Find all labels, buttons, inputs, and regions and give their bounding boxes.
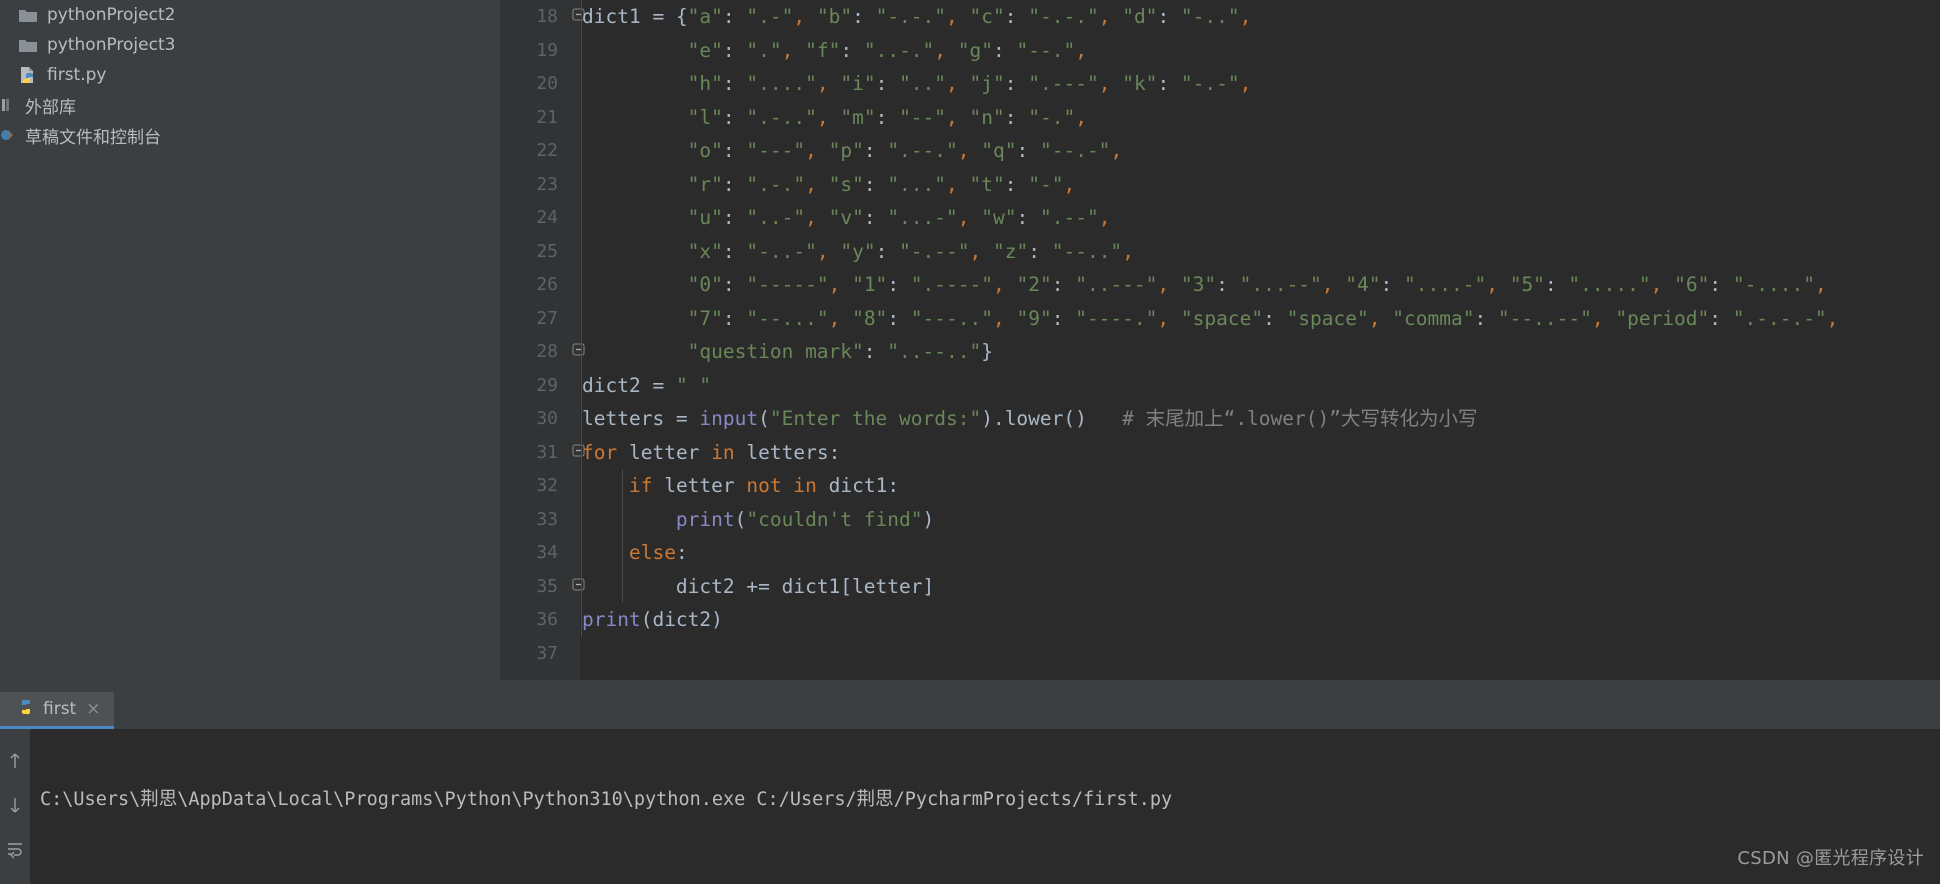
line-number: 28 [536,341,558,362]
project-tree-panel: pythonProject2 pythonProject3 first.py 外… [0,0,500,692]
code-line[interactable]: 30 letters = input("Enter the words:").lo… [500,402,1940,436]
csdn-watermark: CSDN @匿光程序设计 [1737,848,1924,869]
folder-icon [18,37,38,53]
code-line[interactable]: 31 for letter in letters: [500,435,1940,469]
line-number: 33 [536,508,558,530]
line-number: 20 [536,73,558,94]
code-scroll-area[interactable]: 18 dict1 = {"a": ".-", "b": "-.-.", "c": … [500,0,1940,680]
code-editor[interactable]: 18 dict1 = {"a": ".-", "b": "-.-.", "c": … [500,0,1940,680]
python-file-icon [18,66,38,84]
code-text: "question mark": "..--.."} [687,340,993,363]
line-number: 31 [536,441,558,463]
sidebar-item-label: pythonProject2 [47,5,176,25]
code-text: for letter in letters: [582,440,841,464]
scratches-icon [0,127,16,143]
code-line[interactable]: 35 dict2 += dict1[letter] [500,569,1940,603]
sidebar-item-label: first.py [47,65,107,85]
line-number: 27 [536,307,558,329]
folder-icon [18,7,38,23]
code-line[interactable]: 29 dict2 = " " [500,368,1940,402]
line-number: 18 [536,6,558,27]
line-number: 22 [536,140,558,161]
line-number: 24 [536,207,558,228]
code-line[interactable]: 37 [500,637,1940,671]
code-line[interactable]: 18 dict1 = {"a": ".-", "b": "-.-.", "c": … [500,0,1940,34]
line-number: 21 [536,106,558,128]
tab-first[interactable]: first × [0,692,115,729]
sidebar-item-label: 外部库 [25,97,76,118]
console-toolbar [0,729,30,884]
code-line[interactable]: 34 else: [500,536,1940,570]
line-number: 32 [536,475,558,496]
code-text: "0": "-----", "1": ".----", "2": "..---"… [687,273,1827,296]
code-line[interactable]: 23 "r": ".-.", "s": "...", "t": "-", [500,167,1940,201]
soft-wrap-icon[interactable] [5,839,25,859]
scroll-down-icon[interactable] [5,795,25,815]
code-text: dict1 = {"a": ".-", "b": "-.-.", "c": "-… [582,5,1252,28]
line-number: 37 [536,642,558,664]
code-text: print("couldn't find") [675,507,935,531]
console-line-command: C:\Users\荆思\AppData\Local\Programs\Pytho… [40,789,1173,810]
code-text: dict2 = " " [582,373,712,397]
python-icon [18,699,34,720]
code-text: "o": "---", "p": ".--.", "q": "--.-", [687,139,1123,162]
code-text: "7": "--...", "8": "---..", "9": "----."… [687,306,1839,330]
line-number: 35 [536,575,558,597]
line-number: 34 [536,542,558,563]
code-line[interactable]: 24 "u": "..-", "v": "...-", "w": ".--", [500,201,1940,235]
line-number: 19 [536,39,558,61]
console-spacer [40,855,1940,869]
scroll-up-icon[interactable] [5,751,25,771]
line-number: 25 [536,240,558,262]
pycharm-window: pythonProject2 pythonProject3 first.py 外… [0,0,1940,884]
code-line[interactable]: 20 "h": "....", "i": "..", "j": ".---", … [500,67,1940,101]
code-line[interactable]: 19 "e": ".", "f": "..-.", "g": "--.", [500,33,1940,67]
code-line[interactable]: 36 print(dict2) [500,603,1940,637]
line-number: 26 [536,274,558,295]
tab-label: first [43,699,77,719]
code-text: "x": "-..-", "y": "-.--", "z": "--..", [687,239,1134,263]
run-tool-window: first × C:\Users\荆思\AppData\Local\Progra… [0,692,1940,884]
close-icon[interactable]: × [86,699,100,719]
code-text: "h": "....", "i": "..", "j": ".---", "k"… [687,72,1252,95]
code-line[interactable]: 32 if letter not in dict1: [500,469,1940,503]
code-line[interactable]: 26 "0": "-----", "1": ".----", "2": "..-… [500,268,1940,302]
code-text: letters = input("Enter the words:").lowe… [582,407,1478,430]
line-number: 30 [536,408,558,429]
code-line[interactable]: 28 "question mark": "..--.."} [500,335,1940,369]
sidebar-item-first-py[interactable]: first.py [0,60,500,90]
sidebar-item-external-libraries[interactable]: 外部库 [0,90,500,120]
code-text: "l": ".-..", "m": "--", "n": "-.", [687,105,1087,129]
code-line[interactable]: 22 "o": "---", "p": ".--.", "q": "--.-", [500,134,1940,168]
sidebar-item-label: pythonProject3 [47,35,176,55]
code-line[interactable]: 27 "7": "--...", "8": "---..", "9": "---… [500,301,1940,335]
code-text: "r": ".-.", "s": "...", "t": "-", [687,172,1076,196]
code-line[interactable]: 21 "l": ".-..", "m": "--", "n": "-.", [500,100,1940,134]
library-icon [0,97,16,113]
sidebar-item-label: 草稿文件和控制台 [25,127,161,148]
console-output[interactable]: C:\Users\荆思\AppData\Local\Programs\Pytho… [30,729,1940,884]
code-text: dict2 += dict1[letter] [675,574,935,598]
line-number: 23 [536,173,558,195]
code-text: if letter not in dict1: [628,474,900,497]
sidebar-item-pythonproject3[interactable]: pythonProject3 [0,30,500,60]
line-number: 36 [536,609,558,630]
sidebar-item-scratches-and-consoles[interactable]: 草稿文件和控制台 [0,120,500,150]
console-tab-bar: first × [0,692,1940,729]
code-line[interactable]: 33 print("couldn't find") [500,502,1940,536]
code-text: "u": "..-", "v": "...-", "w": ".--", [687,206,1111,229]
sidebar-item-pythonproject2[interactable]: pythonProject2 [0,0,500,30]
line-number: 29 [536,374,558,396]
code-text: print(dict2) [582,608,723,631]
code-line[interactable]: 25 "x": "-..-", "y": "-.--", "z": "--.."… [500,234,1940,268]
code-text: "e": ".", "f": "..-.", "g": "--.", [687,38,1087,62]
code-text: else: [628,541,688,564]
